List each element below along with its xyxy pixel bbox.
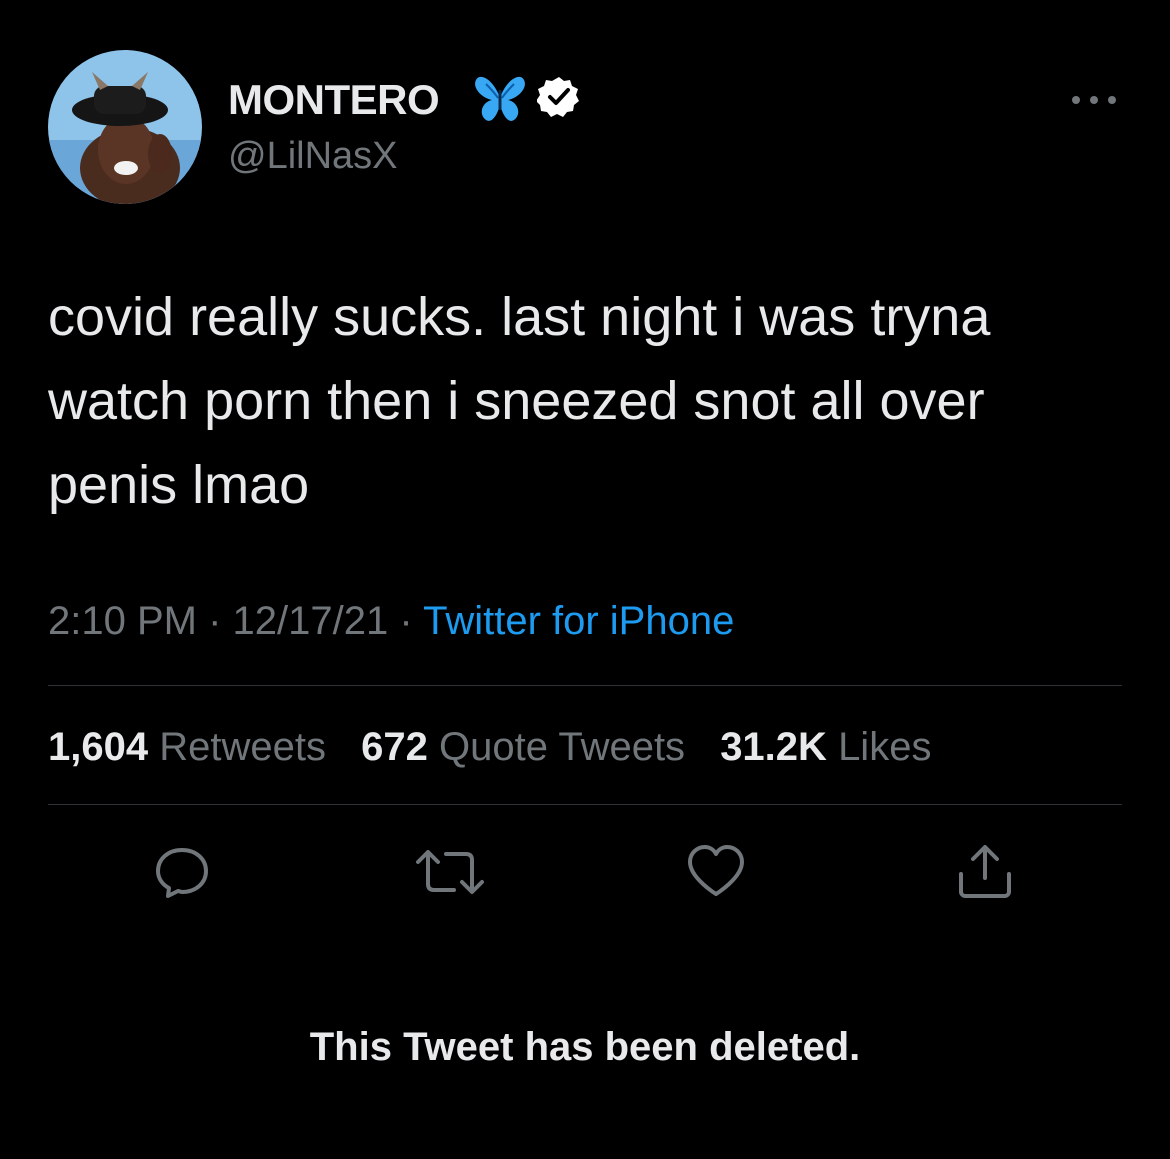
- retweets-label: Retweets: [159, 725, 326, 769]
- avatar[interactable]: [48, 50, 202, 204]
- user-handle[interactable]: @LilNasX: [228, 133, 398, 179]
- separator: ·: [399, 599, 413, 643]
- deleted-notice: This Tweet has been deleted.: [309, 1025, 861, 1069]
- display-name[interactable]: MONTERO: [228, 75, 440, 125]
- divider: [48, 804, 1122, 805]
- likes-label: Likes: [838, 725, 932, 769]
- retweets-stat[interactable]: 1,604 Retweets: [48, 725, 326, 769]
- tweet-text: covid really sucks. last night i was try…: [48, 287, 991, 515]
- tweet-stats: 1,604 Retweets 672 Quote Tweets 31.2K Li…: [48, 722, 955, 772]
- more-options-icon[interactable]: [1072, 90, 1118, 110]
- retweets-count: 1,604: [48, 725, 149, 769]
- like-icon[interactable]: [686, 842, 746, 902]
- separator: ·: [208, 599, 222, 643]
- retweet-icon[interactable]: [412, 842, 484, 902]
- quote-tweets-stat[interactable]: 672 Quote Tweets: [361, 725, 685, 769]
- tweet-time[interactable]: 2:10 PM: [48, 599, 197, 643]
- tweet-date[interactable]: 12/17/21: [233, 599, 389, 643]
- share-icon[interactable]: [955, 842, 1015, 902]
- divider: [48, 685, 1122, 686]
- likes-stat[interactable]: 31.2K Likes: [720, 725, 931, 769]
- butterfly-icon: [474, 74, 526, 129]
- likes-count: 31.2K: [720, 725, 827, 769]
- verified-badge-icon: [536, 75, 581, 124]
- tweet-source-link[interactable]: Twitter for iPhone: [423, 599, 734, 643]
- tweet-metadata: 2:10 PM · 12/17/21 · Twitter for iPhone: [48, 596, 734, 646]
- quote-tweets-label: Quote Tweets: [438, 725, 686, 769]
- quote-tweets-count: 672: [361, 725, 428, 769]
- reply-icon[interactable]: [152, 842, 212, 902]
